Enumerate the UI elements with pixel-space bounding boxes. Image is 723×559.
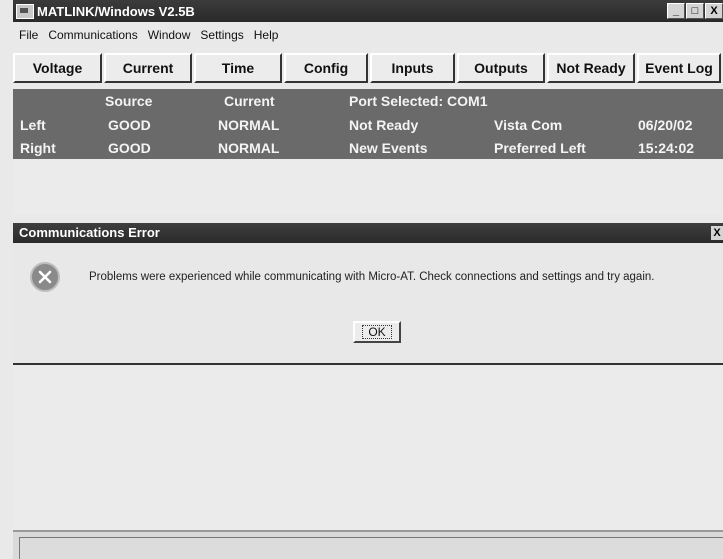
dialog-title-bar: Communications Error X [13, 223, 723, 243]
tab-not-ready[interactable]: Not Ready [547, 53, 635, 83]
status-panel: Source Current Port Selected: COM1 Left … [13, 89, 723, 159]
app-icon[interactable] [16, 3, 34, 19]
menu-communications[interactable]: Communications [48, 28, 137, 42]
status-right-label: Right [20, 140, 56, 156]
error-message: Problems were experienced while communic… [89, 271, 655, 283]
status-preferred: Preferred Left [494, 140, 586, 156]
menu-help[interactable]: Help [254, 28, 279, 42]
status-vista-com: Vista Com [494, 117, 563, 133]
tab-outputs[interactable]: Outputs [457, 53, 545, 83]
status-new-events: New Events [349, 140, 428, 156]
status-left-label: Left [20, 117, 46, 133]
tab-voltage[interactable]: Voltage [13, 53, 102, 83]
status-right-source: GOOD [108, 140, 151, 156]
status-port: Port Selected: COM1 [349, 93, 488, 109]
status-bar [13, 530, 723, 559]
tab-inputs[interactable]: Inputs [370, 53, 455, 83]
dialog-close-button[interactable]: X [711, 226, 723, 240]
workspace-upper [13, 159, 723, 214]
menu-bar: File Communications Window Settings Help [13, 22, 723, 48]
error-icon [30, 262, 60, 292]
tab-config[interactable]: Config [284, 53, 368, 83]
toolbar: Voltage Current Time Config Inputs Outpu… [13, 51, 723, 87]
maximize-button[interactable]: □ [686, 3, 704, 19]
window-title: MATLINK/Windows V2.5B [37, 3, 195, 19]
error-dialog: Communications Error X Problems were exp… [13, 223, 723, 365]
status-date: 06/20/02 [638, 117, 693, 133]
menu-file[interactable]: File [19, 28, 38, 42]
close-button[interactable]: X [705, 3, 723, 19]
status-bar-field [19, 537, 723, 559]
workspace-lower [13, 365, 723, 530]
status-header-source: Source [105, 93, 153, 109]
status-left-state: Not Ready [349, 117, 419, 133]
ok-button[interactable]: OK [353, 321, 401, 343]
tab-current[interactable]: Current [104, 53, 192, 83]
status-left-source: GOOD [108, 117, 151, 133]
window-controls: _ □ X [667, 3, 723, 19]
menu-settings[interactable]: Settings [200, 28, 243, 42]
ok-button-label: OK [362, 325, 392, 339]
status-time: 15:24:02 [638, 140, 695, 156]
menu-window[interactable]: Window [148, 28, 191, 42]
tab-time[interactable]: Time [194, 53, 282, 83]
window-title-bar: MATLINK/Windows V2.5B _ □ X [13, 0, 723, 22]
status-left-current: NORMAL [218, 117, 280, 133]
tab-event-log[interactable]: Event Log [637, 53, 721, 83]
status-header-current: Current [224, 93, 275, 109]
dialog-title: Communications Error [19, 225, 160, 240]
status-right-current: NORMAL [218, 140, 280, 156]
minimize-button[interactable]: _ [667, 3, 685, 19]
